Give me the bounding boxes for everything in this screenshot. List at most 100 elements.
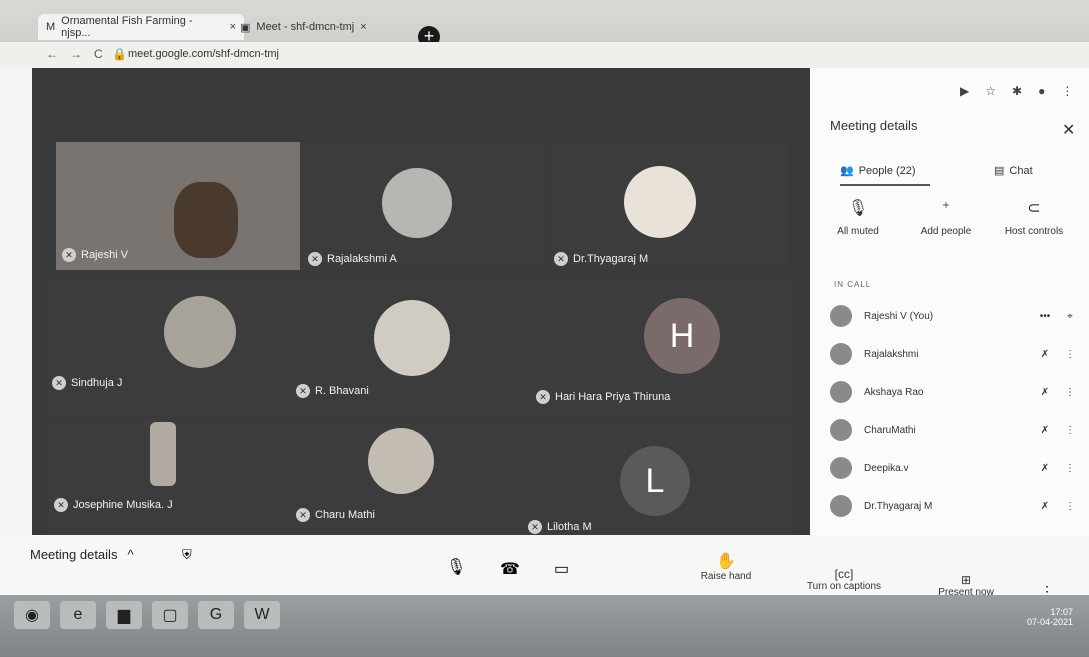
mic-off-icon: ✗ [1040, 386, 1050, 398]
mic-icon[interactable]: 🎙 [446, 557, 466, 577]
pin-icon[interactable]: ⌖ [1060, 311, 1080, 322]
camera-icon[interactable]: ▶ [960, 84, 969, 98]
mic-off-icon: ✕ [62, 248, 76, 262]
video-grid: ✕ Rajeshi V ✕ Rajalakshmi A ✕ Dr.Thyagar… [32, 68, 810, 548]
close-icon[interactable]: × [360, 21, 366, 33]
more-icon[interactable]: ⋮ [1060, 501, 1080, 512]
toggle-icon: ⊂ [1027, 200, 1041, 217]
app-icon[interactable]: ▢ [152, 601, 188, 629]
video-tile[interactable]: ✕ Rajalakshmi A [302, 142, 544, 270]
participant-letter-avatar: L [620, 446, 690, 516]
address-bar: ← → C 🔒 meet.google.com/shf-dmcn-tmj [0, 42, 1089, 68]
mic-off-icon: ✗ [1040, 348, 1050, 360]
participant-name: R. Bhavani [315, 385, 369, 397]
tab-people[interactable]: 👥 People (22) [840, 164, 916, 178]
more-icon[interactable]: ⋮ [1060, 425, 1080, 436]
word-icon[interactable]: W [244, 601, 280, 629]
more-icon[interactable]: ⋮ [1060, 387, 1080, 398]
mic-off-icon: ✕ [54, 498, 68, 512]
participant-name: Dr.Thyagaraj M [573, 253, 649, 265]
video-tile[interactable]: H ✕ Hari Hara Priya Thiruna [532, 280, 792, 416]
tab-title: Meet - shf-dmcn-tmj [256, 21, 355, 33]
internet-explorer-icon[interactable]: e [60, 601, 96, 629]
add-people-button[interactable]: ⁺ Add people [906, 198, 986, 237]
lock-icon: 🔒 [112, 47, 127, 61]
mic-off-icon: ✕ [296, 384, 310, 398]
participant-row[interactable]: Rajalakshmi ✗ ⋮ [830, 336, 1080, 372]
avatar [830, 419, 852, 441]
add-person-icon: ⁺ [941, 200, 951, 217]
participant-row[interactable]: Akshaya Rao ✗ ⋮ [830, 374, 1080, 410]
video-tile[interactable]: L ✕ Lilotha M [524, 418, 794, 548]
star-icon[interactable]: ☆ [985, 84, 996, 98]
mic-off-icon: ✗ [1040, 462, 1050, 474]
close-icon[interactable]: ✕ [1062, 120, 1075, 140]
raise-hand-button[interactable]: ✋ Raise hand [696, 551, 756, 582]
more-icon[interactable]: ⋮ [1060, 349, 1080, 360]
participant-name: Lilotha M [547, 521, 592, 533]
participant-name: Josephine Musika. J [73, 499, 173, 511]
forward-icon[interactable]: → [70, 47, 82, 61]
system-tray: 17:07 07-04-2021 [1027, 607, 1073, 627]
participant-name: Sindhuja J [71, 377, 123, 389]
shield-icon[interactable]: ⛨ [182, 547, 192, 563]
video-tile[interactable]: ✕ R. Bhavani [290, 280, 534, 416]
reload-icon[interactable]: C [94, 47, 103, 61]
mic-off-icon: ✗ [1040, 424, 1050, 436]
hang-up-icon[interactable]: ☎ [500, 559, 520, 579]
meeting-toolbar: Meeting details ^ ⛨ 🎙 ☎ ▭ ✋ Raise hand [… [0, 535, 1089, 599]
avatar [830, 381, 852, 403]
back-icon[interactable]: ← [46, 47, 58, 61]
participant-name: Hari Hara Priya Thiruna [555, 391, 671, 403]
captions-button[interactable]: [cc] Turn on captions [794, 567, 894, 592]
participant-row[interactable]: Dr.Thyagaraj M ✗ ⋮ [830, 488, 1080, 524]
participant-avatar [150, 422, 176, 486]
chrome-icon[interactable]: G [198, 601, 234, 629]
video-tile[interactable]: ✕ Charu Mathi [290, 418, 534, 548]
video-tile[interactable]: ✕ Sindhuja J [46, 280, 290, 416]
participant-letter-avatar: H [644, 298, 720, 374]
extensions-icon[interactable]: ✱ [1012, 84, 1022, 98]
panel-title: Meeting details [830, 118, 918, 133]
windows-taskbar: ◉ e ▆ ▢ G W 17:07 07-04-2021 [0, 595, 1089, 657]
start-icon[interactable]: ◉ [14, 601, 50, 629]
video-tile[interactable]: ✕ Rajeshi V [56, 142, 300, 270]
participant-row[interactable]: CharuMathi ✗ ⋮ [830, 412, 1080, 448]
url-field[interactable]: meet.google.com/shf-dmcn-tmj [128, 48, 279, 60]
participant-row[interactable]: Deepika.v ✗ ⋮ [830, 450, 1080, 486]
clock-time[interactable]: 17:07 [1027, 607, 1073, 617]
gmail-icon: M [46, 21, 56, 33]
tab-meet[interactable]: ▣ Meet - shf-dmcn-tmj × [232, 14, 418, 40]
participant-avatar [374, 300, 450, 376]
more-icon[interactable]: ⋮ [1060, 463, 1080, 474]
mute-all-button[interactable]: 🎙 All muted [818, 198, 898, 237]
mic-off-icon: ✕ [528, 520, 542, 534]
video-tile[interactable]: ✕ Dr.Thyagaraj M [546, 142, 788, 270]
host-controls-button[interactable]: ⊂ Host controls [994, 198, 1074, 237]
more-icon[interactable]: ••• [1030, 311, 1060, 322]
avatar [830, 457, 852, 479]
menu-icon[interactable]: ⋮ [1061, 84, 1073, 98]
clock-date[interactable]: 07-04-2021 [1027, 617, 1073, 627]
tab-chat[interactable]: ▤ Chat [994, 164, 1033, 178]
active-tab-indicator [840, 184, 930, 186]
file-explorer-icon[interactable]: ▆ [106, 601, 142, 629]
avatar [830, 305, 852, 327]
participant-name: Rajalakshmi A [327, 253, 397, 265]
mic-off-icon: ✕ [52, 376, 66, 390]
tab-fish-farming[interactable]: M Ornamental Fish Farming - njsp... × [38, 14, 244, 40]
participant-avatar [624, 166, 696, 238]
meeting-details-panel: ▶ ☆ ✱ ● ⋮ Meeting details ✕ 👥 People (22… [810, 68, 1089, 560]
participant-row[interactable]: Rajeshi V (You) ••• ⌖ [830, 298, 1080, 334]
avatar [830, 495, 852, 517]
video-tile[interactable]: ✕ Josephine Musika. J [46, 418, 290, 548]
camera-icon[interactable]: ▭ [554, 559, 569, 579]
meeting-details-button[interactable]: Meeting details ^ [30, 547, 134, 562]
mic-off-icon: ✕ [296, 508, 310, 522]
participant-avatar [368, 428, 434, 494]
tab-people-label: People (22) [858, 164, 916, 177]
mic-off-icon: ✕ [536, 390, 550, 404]
profile-icon[interactable]: ● [1038, 84, 1045, 98]
tab-chat-label: Chat [1009, 164, 1033, 177]
chevron-up-icon: ^ [127, 547, 134, 562]
